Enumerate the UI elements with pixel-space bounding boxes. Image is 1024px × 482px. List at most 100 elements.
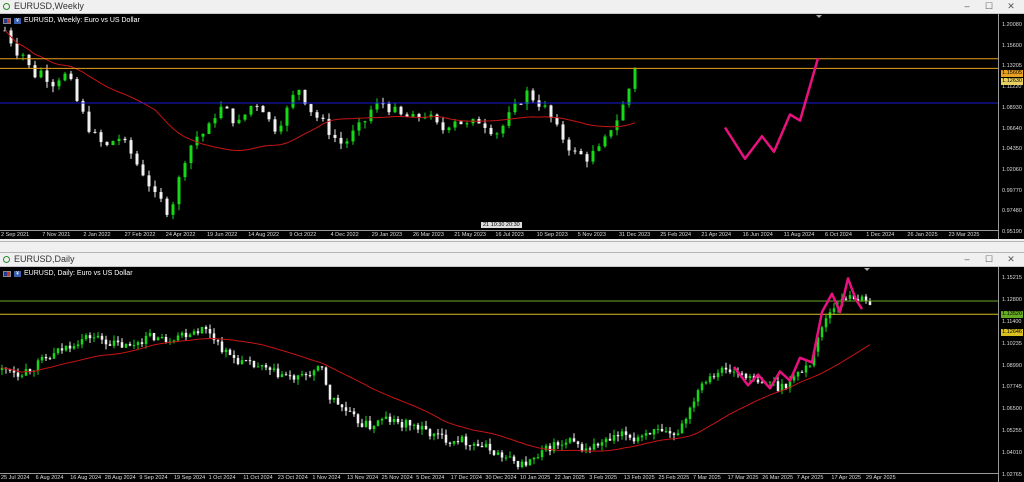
candle-body [480, 445, 484, 448]
minimize-button[interactable]: – [956, 0, 978, 13]
candle-body [288, 375, 292, 377]
candle-body [44, 356, 48, 359]
candle-body [500, 452, 504, 458]
candle-body [344, 407, 348, 411]
date-tick-label: 4 Dec 2022 [330, 232, 359, 238]
candle-body [408, 419, 412, 426]
daily-plot-area[interactable]: ¥ EURUSD, Daily: Euro vs US Dollar [0, 267, 998, 473]
candle-body [627, 88, 631, 105]
minimize-button[interactable]: – [956, 253, 978, 266]
candle-body [504, 457, 508, 459]
date-tick-label: 25 Jul 2024 [1, 475, 30, 481]
date-tick-label: 10 Sep 2023 [536, 232, 568, 238]
close-button[interactable]: ✕ [1000, 253, 1022, 266]
date-tick-label: 11 Oct 2024 [243, 475, 273, 481]
daily-time-axis[interactable]: 25 Jul 2024 6 Aug 2024 16 Aug 2024 28 Aug 2… [0, 473, 998, 482]
date-tick-label: 17 Apr 2025 [831, 475, 862, 481]
price-tick-label: 1.04010 [1002, 450, 1022, 457]
candle-body [192, 331, 196, 335]
maximize-button[interactable]: ☐ [978, 0, 1000, 13]
candle-body [21, 54, 25, 56]
candle-body [144, 335, 148, 344]
date-tick-label: 19 Jun 2022 [207, 232, 238, 238]
candle-body [141, 164, 145, 176]
candle-body [148, 333, 152, 336]
price-tick-label: 1.06640 [1002, 125, 1022, 132]
candle-body [860, 296, 864, 301]
candle-body [196, 331, 200, 334]
weekly-window-titlebar[interactable]: EURUSD,Weekly – ☐ ✕ [0, 0, 1024, 14]
daily-window-titlebar[interactable]: EURUSD,Daily – ☐ ✕ [0, 253, 1024, 267]
candle-body [352, 411, 356, 415]
candle-body [312, 370, 316, 376]
candle-body [72, 346, 76, 349]
candle-body [531, 90, 535, 101]
weekly-plot-area[interactable]: ¥ EURUSD, Weekly: Euro vs US Dollar [0, 14, 998, 230]
candle-body [60, 348, 64, 351]
weekly-time-axis[interactable]: 2 Sep 2021 7 Nov 2021 2 Jan 2022 27 Feb 202… [0, 222, 998, 239]
candle-body [784, 383, 788, 389]
candle-body [128, 343, 132, 346]
candle-body [680, 423, 684, 434]
candle-body [444, 434, 448, 443]
date-tick-label: 17 Dec 2024 [450, 475, 482, 481]
candle-body [375, 103, 379, 110]
date-tick-label: 2 Sep 2021 [1, 232, 30, 238]
candle-body [513, 103, 517, 113]
candle-body [219, 106, 223, 119]
candle-body [792, 376, 796, 381]
candle-body [292, 375, 296, 380]
candle-body [828, 312, 832, 319]
candle-body [63, 73, 67, 81]
candle-body [540, 450, 544, 458]
daily-symbol-legend: ¥ EURUSD, Daily: Euro vs US Dollar [3, 270, 133, 277]
candle-body [324, 367, 328, 385]
date-tick-label: 24 Apr 2022 [165, 232, 196, 238]
candle-body [648, 433, 652, 435]
candle-body [608, 438, 612, 441]
candle-body [300, 374, 304, 376]
candle-body [284, 374, 288, 376]
candle-body [536, 457, 540, 459]
crosshair-time-label: 21 10:30 20:30 [481, 222, 522, 228]
weekly-legend-text: EURUSD, Weekly: Euro vs US Dollar [24, 17, 140, 24]
candle-body [20, 375, 24, 377]
candle-body [332, 397, 336, 400]
candle-body [864, 296, 868, 301]
candle-body [612, 435, 616, 441]
candle-body [360, 423, 364, 427]
candle-body [464, 436, 468, 446]
candle-body [183, 163, 187, 178]
candle-body [80, 339, 84, 345]
price-tick-label: 1.13205 [1002, 63, 1022, 70]
current-price-tag: 1.13520 [1001, 311, 1023, 318]
date-tick-label: 1 Oct 2024 [208, 475, 236, 481]
candle-body [549, 105, 553, 118]
candle-body [724, 367, 728, 370]
candle-body [69, 73, 73, 80]
date-tick-label: 6 Aug 2024 [35, 475, 64, 481]
weekly-symbol-legend: ¥ EURUSD, Weekly: Euro vs US Dollar [3, 17, 140, 24]
candle-body [92, 337, 96, 339]
candle-body [380, 418, 384, 421]
candle-body [220, 341, 224, 353]
window-splitter[interactable] [0, 241, 1024, 253]
date-tick-label: 2 Jan 2022 [83, 232, 111, 238]
candle-body [672, 433, 676, 435]
weekly-price-axis[interactable]: 1.20080 1.15600 1.13205 1.11220 1.08930 1.066… [998, 14, 1024, 239]
candle-body [808, 365, 812, 367]
candle-body [492, 450, 496, 455]
candle-body [291, 94, 295, 108]
price-tick-label: 1.10235 [1002, 340, 1022, 347]
date-tick-label: 9 Oct 2022 [289, 232, 317, 238]
candle-body [676, 433, 680, 435]
daily-price-axis[interactable]: 1.15215 1.12800 1.11400 1.10235 1.08990 1.077… [998, 267, 1024, 482]
candle-body [460, 436, 464, 443]
close-button[interactable]: ✕ [1000, 0, 1022, 13]
date-tick-label: 25 Nov 2024 [381, 475, 413, 481]
price-tick-label: 1.04350 [1002, 146, 1022, 153]
candle-body [600, 442, 604, 446]
candle-body [624, 431, 628, 435]
date-tick-label: 5 Nov 2023 [577, 232, 606, 238]
maximize-button[interactable]: ☐ [978, 253, 1000, 266]
